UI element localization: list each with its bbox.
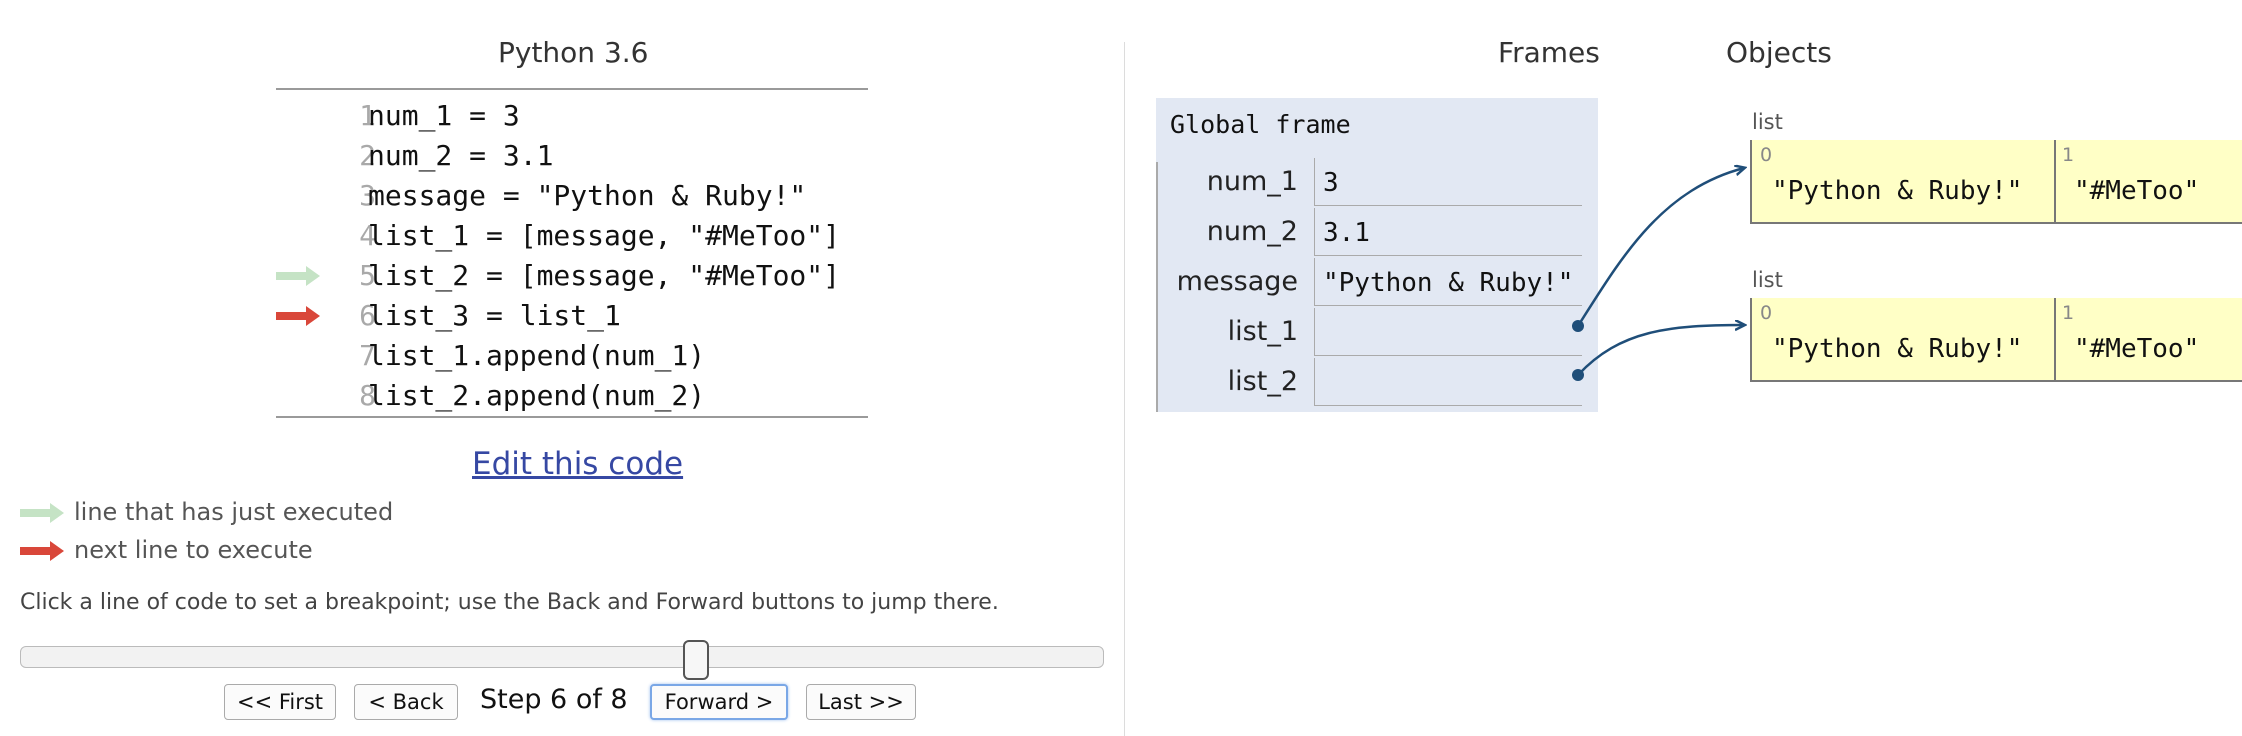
cell-value: "#MeToo": [2074, 176, 2200, 206]
line-number: 3: [359, 179, 376, 212]
last-button[interactable]: Last >>: [806, 684, 916, 720]
list-cell: 1 "#MeToo": [2054, 298, 2242, 380]
code-line-5[interactable]: 5 list_2 = [message, "#MeToo"]: [276, 256, 868, 296]
next-line-arrow-icon: [20, 541, 64, 561]
cell-value: "Python & Ruby!": [1772, 176, 2023, 206]
frames-header: Frames: [1498, 36, 1600, 69]
code-text: list_2.append(num_2): [368, 379, 706, 412]
var-value-box: 3.1: [1314, 208, 1582, 256]
code-line-3[interactable]: 3 message = "Python & Ruby!": [276, 176, 868, 216]
code-line-6[interactable]: 6 list_3 = list_1: [276, 296, 868, 336]
list-object-1: 0 "Python & Ruby!" 1 "#MeToo": [1750, 140, 2242, 224]
code-line-8[interactable]: 8 list_2.append(num_2): [276, 376, 868, 416]
frame-var-num_1: num_1 3: [1156, 158, 1598, 208]
forward-button[interactable]: Forward >: [650, 684, 788, 720]
code-text: message = "Python & Ruby!": [368, 179, 807, 212]
legend-next-line-label: next line to execute: [74, 536, 313, 564]
frame-var-list_1: list_1: [1156, 308, 1598, 358]
var-value-box: "Python & Ruby!": [1314, 258, 1582, 306]
objects-header: Objects: [1726, 36, 1832, 69]
code-text: list_2 = [message, "#MeToo"]: [368, 259, 841, 292]
cell-index: 0: [1760, 144, 1773, 166]
code-line-7[interactable]: 7 list_1.append(num_1): [276, 336, 868, 376]
breakpoint-hint: Click a line of code to set a breakpoint…: [20, 590, 999, 615]
var-value: 3: [1323, 168, 1339, 198]
legend-next-line: next line to execute: [20, 536, 313, 564]
cell-value: "Python & Ruby!": [1772, 334, 2023, 364]
var-name: num_2: [1206, 216, 1298, 247]
first-button[interactable]: << First: [224, 684, 336, 720]
object-type-label: list: [1752, 268, 1783, 292]
line-number: 6: [359, 299, 376, 332]
code-text: list_3 = list_1: [368, 299, 621, 332]
var-value: 3.1: [1323, 218, 1370, 248]
cell-value: "#MeToo": [2074, 334, 2200, 364]
code-line-1[interactable]: 1 num_1 = 3: [276, 96, 868, 136]
back-button[interactable]: < Back: [354, 684, 458, 720]
code-top-rule: [276, 88, 868, 90]
list-cell: 0 "Python & Ruby!": [1752, 140, 2022, 222]
pointer-list_1-arrow: [1576, 168, 1744, 327]
cell-index: 1: [2062, 144, 2075, 166]
list-cell: 1 "#MeToo": [2054, 140, 2242, 222]
step-slider-thumb[interactable]: [683, 640, 709, 680]
just-executed-arrow-icon: [276, 266, 320, 286]
next-line-arrow-icon: [276, 306, 320, 326]
step-counter: Step 6 of 8: [480, 684, 628, 715]
list-cell: 0 "Python & Ruby!": [1752, 298, 2022, 380]
var-name: list_1: [1227, 316, 1298, 347]
pointer-list_2-arrow: [1577, 325, 1744, 376]
just-executed-arrow-icon: [20, 503, 64, 523]
line-number: 1: [359, 99, 376, 132]
code-line-2[interactable]: 2 num_2 = 3.1: [276, 136, 868, 176]
language-title: Python 3.6: [498, 36, 649, 69]
code-text: list_1 = [message, "#MeToo"]: [368, 219, 841, 252]
line-number: 7: [359, 339, 376, 372]
step-slider-track[interactable]: [20, 646, 1104, 668]
code-line-4[interactable]: 4 list_1 = [message, "#MeToo"]: [276, 216, 868, 256]
var-name: message: [1176, 266, 1298, 297]
line-number: 8: [359, 379, 376, 412]
var-value: "Python & Ruby!": [1323, 268, 1574, 298]
object-type-label: list: [1752, 110, 1783, 134]
frame-var-list_2: list_2: [1156, 358, 1598, 408]
cell-separator: [2054, 298, 2056, 380]
cell-separator: [2054, 140, 2056, 222]
legend-just-executed: line that has just executed: [20, 498, 393, 526]
panel-divider: [1124, 42, 1125, 736]
cell-index: 0: [1760, 302, 1773, 324]
line-number: 4: [359, 219, 376, 252]
frame-title: Global frame: [1170, 110, 1351, 139]
code-text: list_1.append(num_1): [368, 339, 706, 372]
cell-index: 1: [2062, 302, 2075, 324]
code-text: num_1 = 3: [368, 99, 520, 132]
var-value-box: [1314, 308, 1582, 356]
frame-var-num_2: num_2 3.1: [1156, 208, 1598, 258]
legend-just-executed-label: line that has just executed: [74, 498, 394, 526]
var-value-box: [1314, 358, 1582, 406]
edit-code-link[interactable]: Edit this code: [472, 446, 683, 482]
code-bottom-rule: [276, 416, 868, 418]
code-text: num_2 = 3.1: [368, 139, 554, 172]
line-number: 5: [359, 259, 376, 292]
frame-var-message: message "Python & Ruby!": [1156, 258, 1598, 308]
var-name: list_2: [1227, 366, 1298, 397]
var-name: num_1: [1206, 166, 1298, 197]
line-number: 2: [359, 139, 376, 172]
list-object-2: 0 "Python & Ruby!" 1 "#MeToo": [1750, 298, 2242, 382]
global-frame: Global frame num_1 3 num_2 3.1 message "…: [1156, 98, 1598, 412]
var-value-box: 3: [1314, 158, 1582, 206]
